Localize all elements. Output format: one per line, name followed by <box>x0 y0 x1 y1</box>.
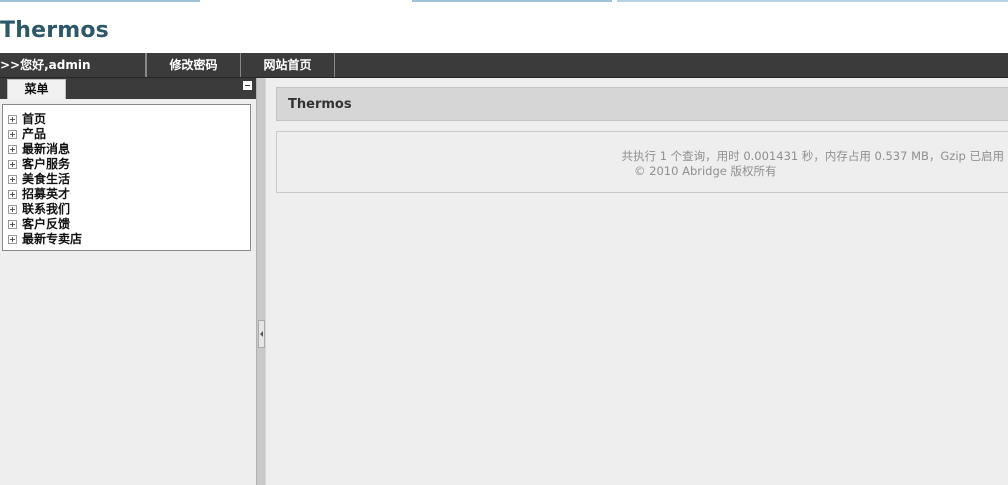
sidebar-header: 菜单 <box>0 78 256 99</box>
content-panel: 共执行 1 个查询，用时 0.001431 秒，内存占用 0.537 MB，Gz… <box>276 131 1008 193</box>
accent-segment <box>412 0 612 2</box>
change-password-link[interactable]: 修改密码 <box>146 53 241 77</box>
sidebar: 菜单 首页 产品 最新消息 客户服务 美食生活 招募英才 联系我们 客户反馈 最… <box>0 78 256 485</box>
sidebar-item-label: 客户服务 <box>22 157 71 171</box>
sidebar-item-label: 客户反馈 <box>22 217 71 231</box>
sidebar-item-label: 美食生活 <box>22 172 71 186</box>
expand-plus-icon[interactable] <box>8 115 17 124</box>
expand-plus-icon[interactable] <box>8 160 17 169</box>
sidebar-item-label: 最新专卖店 <box>22 232 83 246</box>
app-logo-title[interactable]: Thermos <box>0 18 109 43</box>
user-greeting: >>您好,admin <box>0 53 146 77</box>
page-title: Thermos <box>288 97 352 112</box>
accent-segment <box>0 0 200 2</box>
main-content: Thermos 共执行 1 个查询，用时 0.001431 秒，内存占用 0.5… <box>266 78 1008 485</box>
collapse-left-icon[interactable] <box>258 320 265 348</box>
copyright-text: © 2010 Abridge 版权所有 <box>634 164 777 178</box>
sidebar-item-stores[interactable]: 最新专卖店 <box>8 232 250 247</box>
expand-plus-icon[interactable] <box>8 130 17 139</box>
accent-segment <box>617 0 1008 2</box>
top-navbar: >>您好,admin 修改密码 网站首页 <box>0 53 1008 78</box>
menu-tree: 首页 产品 最新消息 客户服务 美食生活 招募英才 联系我们 客户反馈 最新专卖… <box>2 104 251 251</box>
sidebar-item-label: 招募英才 <box>22 187 71 201</box>
sidebar-item-home[interactable]: 首页 <box>8 112 250 127</box>
tab-menu[interactable]: 菜单 <box>7 79 66 99</box>
sidebar-item-feedback[interactable]: 客户反馈 <box>8 217 250 232</box>
sidebar-item-customer-service[interactable]: 客户服务 <box>8 157 250 172</box>
sidebar-item-label: 首页 <box>22 112 47 126</box>
site-home-link[interactable]: 网站首页 <box>241 53 335 77</box>
collapse-icon[interactable] <box>243 81 252 90</box>
sidebar-item-careers[interactable]: 招募英才 <box>8 187 250 202</box>
sidebar-item-label: 联系我们 <box>22 202 71 216</box>
expand-plus-icon[interactable] <box>8 220 17 229</box>
sidebar-item-news[interactable]: 最新消息 <box>8 142 250 157</box>
expand-plus-icon[interactable] <box>8 205 17 214</box>
sidebar-item-label: 最新消息 <box>22 142 71 156</box>
page-header: Thermos <box>0 3 1008 53</box>
expand-plus-icon[interactable] <box>8 190 17 199</box>
sidebar-item-label: 产品 <box>22 127 47 141</box>
expand-plus-icon[interactable] <box>8 145 17 154</box>
panel-splitter[interactable] <box>256 78 266 485</box>
content-title-bar: Thermos <box>276 87 1008 121</box>
expand-plus-icon[interactable] <box>8 235 17 244</box>
sidebar-item-products[interactable]: 产品 <box>8 127 250 142</box>
sidebar-item-food-life[interactable]: 美食生活 <box>8 172 250 187</box>
expand-plus-icon[interactable] <box>8 175 17 184</box>
sidebar-item-contact[interactable]: 联系我们 <box>8 202 250 217</box>
footer-stats: 共执行 1 个查询，用时 0.001431 秒，内存占用 0.537 MB，Gz… <box>621 149 1004 163</box>
